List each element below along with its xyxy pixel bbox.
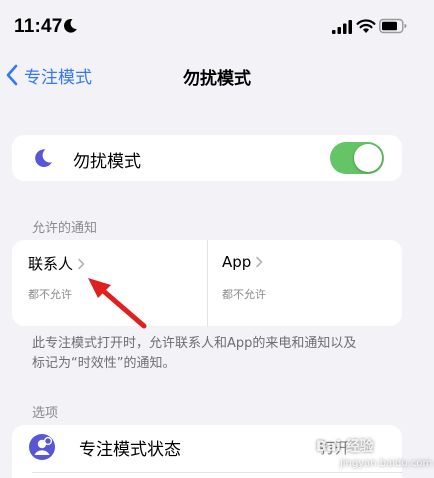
page-title: 勿扰模式 [183, 69, 251, 89]
watermark-url: jingyan.baidu.com [340, 458, 433, 469]
allow-people-subtitle: 都不允许 [28, 288, 72, 301]
allowed-notifications-footer: 此专注模式打开时，允许联系人和App的来电和通知以及 标记为“时效性”的通知。 [32, 334, 402, 374]
dnd-label: 勿扰模式 [73, 152, 141, 172]
options-header: 选项 [32, 406, 59, 421]
chevron-right-icon [256, 256, 263, 268]
moon-icon [64, 18, 77, 33]
focus-status-label[interactable]: 专注模式状态 [79, 435, 181, 460]
footer-line: 标记为“时效性”的通知。 [32, 356, 176, 371]
footer-line: 此专注模式打开时，允许联系人和App的来电和通知以及 [32, 336, 357, 351]
moon-icon [35, 149, 52, 167]
allow-apps-subtitle: 都不允许 [222, 288, 266, 301]
dnd-toggle[interactable] [330, 142, 384, 174]
chevron-right-icon [78, 258, 85, 269]
allow-people-title: 联系人 [28, 255, 74, 273]
allowed-notifications-header: 允许的通知 [32, 221, 98, 236]
wifi-icon [356, 19, 376, 33]
watermark-text: Bai 经验 [316, 439, 374, 455]
status-bar: 11:47 [0, 0, 434, 56]
battery-icon [379, 18, 407, 34]
cellular-signal-icon [332, 20, 352, 34]
status-time: 11:47 [14, 16, 63, 37]
allow-apps-title: App [222, 253, 252, 271]
watermark: Bai 经验 jingyan.baidu.com [298, 426, 434, 478]
annotation-arrow-icon [88, 278, 147, 329]
allowed-notifications-card: 联系人 都不允许 App 都不允许 [12, 240, 402, 326]
allow-apps-button[interactable]: App 都不允许 [207, 240, 402, 326]
focus-status-icon [29, 434, 55, 460]
toggle-knob [354, 144, 382, 172]
dnd-toggle-row: 勿扰模式 [12, 135, 402, 181]
